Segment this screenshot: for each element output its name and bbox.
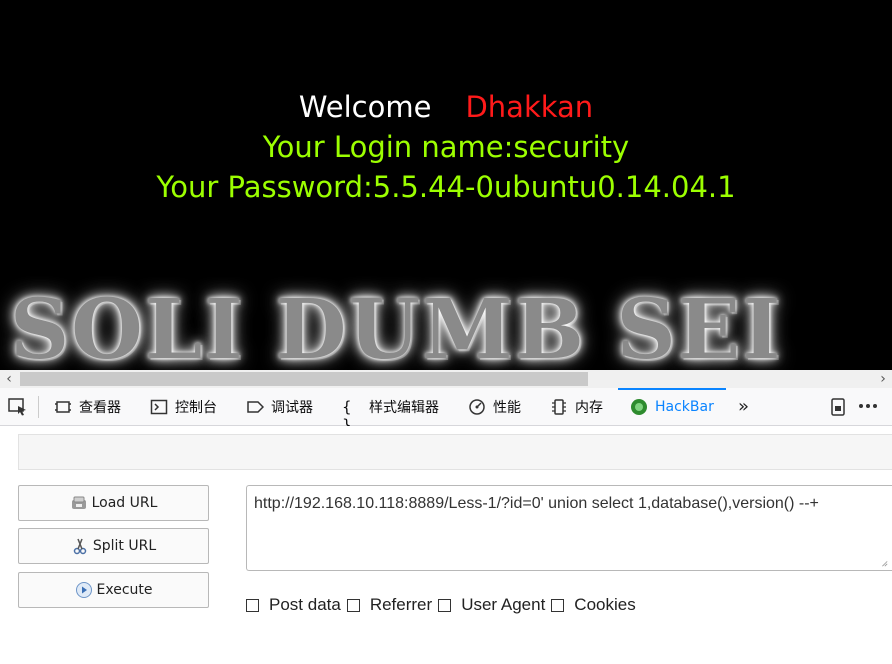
welcome-line: Welcome Dhakkan: [0, 90, 892, 124]
page-content: Welcome Dhakkan Your Login name:security …: [0, 0, 892, 370]
option-post-data[interactable]: Post data: [246, 595, 341, 615]
memory-icon: [552, 399, 566, 415]
split-url-label: Split URL: [92, 538, 157, 554]
scissors-icon: [73, 538, 87, 555]
hackbar-top-strip: [18, 434, 892, 470]
tab-console[interactable]: 控制台: [150, 388, 217, 426]
scrollbar-thumb[interactable]: [20, 372, 588, 386]
console-icon: [150, 399, 168, 415]
banner-logo: SOLI DUMB SEI: [10, 282, 783, 370]
option-label: Post data: [269, 595, 341, 614]
devtools-toolbar: 查看器 控制台 调试器 { } 样式编辑器 性能 内存 HackBar »: [0, 388, 892, 434]
tab-style-editor[interactable]: { } 样式编辑器: [342, 388, 439, 434]
password-line: Your Password:5.5.44-0ubuntu0.14.04.1: [156, 170, 736, 204]
user-agent-checkbox[interactable]: [438, 598, 452, 612]
option-label: Cookies: [574, 595, 636, 614]
load-url-icon: [71, 496, 86, 509]
tab-performance[interactable]: 性能: [468, 388, 521, 426]
inspector-icon: [55, 401, 71, 413]
debugger-icon: [247, 401, 264, 413]
tab-label: 调试器: [271, 400, 313, 416]
login-name-line: Your Login name:security: [262, 130, 630, 164]
tab-label: 性能: [493, 400, 521, 416]
resize-grip-icon[interactable]: [880, 559, 888, 567]
horizontal-scrollbar[interactable]: ‹ ›: [0, 370, 892, 388]
tab-label: 样式编辑器: [369, 400, 439, 416]
user-name: Dhakkan: [465, 90, 594, 124]
scroll-right-icon[interactable]: ›: [874, 370, 892, 388]
option-label: Referrer: [369, 595, 433, 614]
option-label: User Agent: [461, 595, 546, 614]
tab-label: 查看器: [79, 400, 121, 416]
tab-debugger[interactable]: 调试器: [246, 388, 313, 426]
option-user-agent[interactable]: User Agent: [438, 595, 545, 615]
cookies-checkbox[interactable]: [551, 598, 565, 612]
tab-label: 控制台: [175, 400, 217, 416]
execute-label: Execute: [96, 582, 153, 598]
style-editor-icon: { }: [342, 398, 352, 434]
load-url-label: Load URL: [91, 495, 158, 511]
hackbar-icon: [631, 399, 647, 415]
option-referrer[interactable]: Referrer: [346, 595, 433, 615]
tab-hackbar[interactable]: HackBar: [618, 388, 726, 426]
tab-memory[interactable]: 内存: [550, 388, 603, 426]
element-picker-icon[interactable]: [8, 398, 28, 416]
option-cookies[interactable]: Cookies: [551, 595, 636, 615]
execute-button[interactable]: Execute: [18, 572, 209, 608]
performance-icon: [469, 399, 485, 415]
more-options-icon[interactable]: [858, 402, 878, 410]
tab-inspector[interactable]: 查看器: [54, 388, 121, 426]
more-tabs-chevron-icon[interactable]: »: [738, 396, 749, 417]
split-url-button[interactable]: Split URL: [18, 528, 209, 564]
hackbar-options: Post data Referrer User Agent Cookies: [246, 594, 642, 616]
post-data-checkbox[interactable]: [246, 598, 259, 612]
load-url-button[interactable]: Load URL: [18, 485, 209, 521]
hackbar-panel: Load URL Split URL Execute http://192.16…: [0, 426, 892, 664]
welcome-text: Welcome: [298, 90, 432, 124]
toolbar-divider: [38, 396, 39, 418]
tab-label: HackBar: [655, 399, 714, 415]
referrer-checkbox[interactable]: [346, 598, 360, 612]
scroll-left-icon[interactable]: ‹: [0, 370, 18, 388]
url-textarea[interactable]: http://192.168.10.118:8889/Less-1/?id=0'…: [246, 485, 892, 571]
play-icon: [75, 582, 92, 598]
tab-label: 内存: [575, 400, 603, 416]
responsive-design-icon[interactable]: [830, 398, 846, 416]
